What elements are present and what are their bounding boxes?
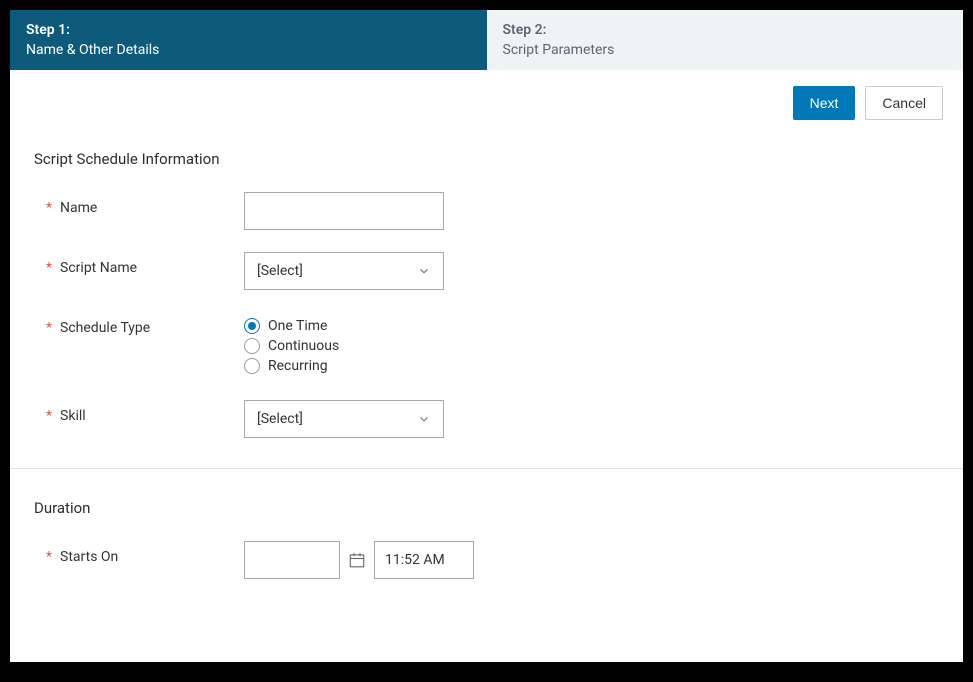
- required-star: *: [46, 200, 52, 216]
- start-date-input[interactable]: [244, 541, 340, 579]
- next-button[interactable]: Next: [793, 86, 856, 120]
- calendar-icon[interactable]: [348, 551, 366, 569]
- starts-on-label: Starts On: [60, 549, 118, 565]
- chevron-down-icon: [417, 412, 431, 426]
- row-schedule-type: * Schedule Type One Time Continuous Rec: [34, 312, 939, 378]
- step1-subtitle: Name & Other Details: [26, 42, 471, 58]
- schedule-type-label: Schedule Type: [60, 320, 150, 336]
- chevron-down-icon: [417, 264, 431, 278]
- script-name-select[interactable]: [Select]: [244, 252, 444, 290]
- radio-recurring-label: Recurring: [268, 358, 328, 374]
- action-bar: Next Cancel: [10, 70, 963, 120]
- radio-icon: [244, 338, 260, 354]
- name-input[interactable]: [244, 192, 444, 230]
- section-duration: Duration * Starts On: [10, 469, 963, 621]
- steps-header: Step 1: Name & Other Details Step 2: Scr…: [10, 10, 963, 70]
- skill-select[interactable]: [Select]: [244, 400, 444, 438]
- start-time-input[interactable]: 11:52 AM: [374, 541, 474, 579]
- skill-selected: [Select]: [257, 411, 417, 427]
- step2-subtitle: Script Parameters: [503, 42, 948, 58]
- radio-icon: [244, 318, 260, 334]
- radio-one-time[interactable]: One Time: [244, 318, 939, 334]
- radio-recurring[interactable]: Recurring: [244, 358, 939, 374]
- required-star: *: [46, 549, 52, 565]
- start-time-value: 11:52 AM: [385, 552, 445, 568]
- script-name-label: Script Name: [60, 260, 137, 276]
- step1-title: Step 1:: [26, 22, 471, 38]
- cancel-button[interactable]: Cancel: [865, 86, 943, 120]
- required-star: *: [46, 260, 52, 276]
- radio-one-time-label: One Time: [268, 318, 327, 334]
- tab-step-1[interactable]: Step 1: Name & Other Details: [10, 10, 487, 70]
- step2-title: Step 2:: [503, 22, 948, 38]
- section-title-2: Duration: [34, 499, 939, 517]
- required-star: *: [46, 320, 52, 336]
- row-starts-on: * Starts On: [34, 541, 939, 579]
- required-star: *: [46, 408, 52, 424]
- script-name-selected: [Select]: [257, 263, 417, 279]
- radio-continuous[interactable]: Continuous: [244, 338, 939, 354]
- radio-icon: [244, 358, 260, 374]
- section-script-schedule: Script Schedule Information * Name * Scr…: [10, 120, 963, 468]
- section-title-1: Script Schedule Information: [34, 150, 939, 168]
- row-script-name: * Script Name [Select]: [34, 252, 939, 290]
- tab-step-2[interactable]: Step 2: Script Parameters: [487, 10, 964, 70]
- schedule-type-radio-group: One Time Continuous Recurring: [244, 312, 939, 374]
- name-label: Name: [60, 200, 97, 216]
- row-skill: * Skill [Select]: [34, 400, 939, 438]
- row-name: * Name: [34, 192, 939, 230]
- skill-label: Skill: [60, 408, 86, 424]
- radio-continuous-label: Continuous: [268, 338, 339, 354]
